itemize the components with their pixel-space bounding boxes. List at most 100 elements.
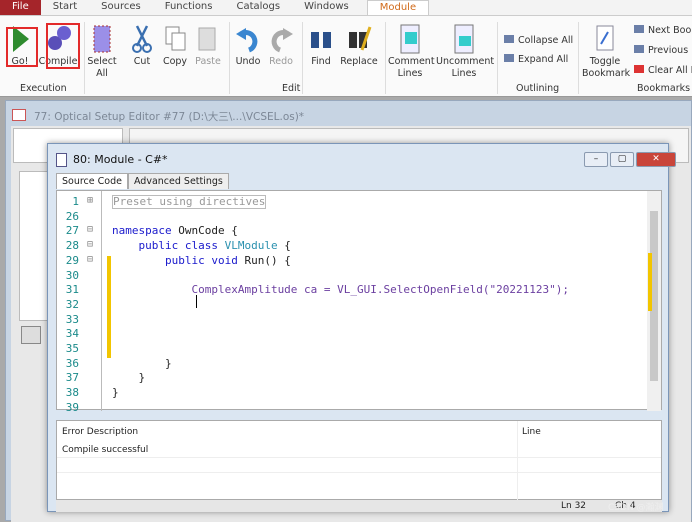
collapse-label: Collapse All [518, 35, 574, 46]
tab-windows[interactable]: Windows [292, 0, 361, 15]
minimize-button[interactable]: – [584, 152, 608, 167]
line-number: 34 [65, 327, 79, 341]
module-icon [56, 153, 67, 167]
tab-module[interactable]: Module [366, 0, 430, 15]
redo-icon [271, 28, 293, 53]
tab-advanced-settings[interactable]: Advanced Settings [127, 173, 229, 189]
group-bookmarks: Bookmarks [637, 83, 691, 94]
collapse-icon [504, 35, 514, 43]
line-number: 26 [65, 209, 79, 223]
expand-label: Expand All [518, 54, 569, 65]
uncomment-lines-button[interactable]: Uncomment Lines [436, 24, 495, 80]
next-bookmark-icon [634, 25, 644, 33]
copy-button[interactable]: Copy [160, 24, 190, 68]
uncomment-icon [454, 24, 474, 54]
group-outlining: Outlining [516, 83, 560, 94]
scissors-icon [132, 25, 152, 53]
paste-label: Paste [195, 56, 221, 67]
comment-label: Comment Lines [388, 56, 435, 79]
editor-icon [12, 109, 26, 121]
line-number: 38 [65, 386, 79, 400]
code-line: ComplexAmplitude ca = VL_GUI.SelectOpenF… [112, 283, 569, 297]
group-execution: Execution [20, 83, 67, 94]
uncomment-label: Uncomment Lines [436, 56, 495, 79]
find-label: Find [311, 56, 331, 67]
paste-button[interactable]: Paste [193, 24, 223, 68]
expand-all-button[interactable]: Expand All [504, 54, 568, 65]
expand-region-icon[interactable]: ⊞ [87, 195, 93, 206]
toggle-bookmark-label: Toggle Bookmark [582, 56, 631, 79]
replace-button[interactable]: Replace [339, 24, 379, 68]
previous-bookmark-label: Previous I [648, 45, 692, 56]
watermark: CSDN @瀚渊 [608, 503, 664, 513]
replace-label: Replace [340, 56, 378, 67]
previous-bookmark-icon [634, 45, 644, 53]
previous-bookmark-button[interactable]: Previous I [634, 45, 692, 56]
ribbon: Go! Compile Select All Cut Copy Paste Un… [0, 15, 692, 97]
line-number: 35 [65, 342, 79, 355]
error-row[interactable]: Compile successful [62, 445, 148, 455]
editor-title: 77: Optical Setup Editor #77 (D:\大三\...\… [34, 111, 305, 123]
collapse-region-icon[interactable]: ⊟ [87, 239, 93, 250]
module-title: 80: Module - C#* [73, 153, 168, 166]
code-line: } [112, 371, 146, 385]
tab-file[interactable]: File [0, 0, 41, 15]
redo-button[interactable]: Redo [267, 24, 295, 68]
column-line: Line [522, 427, 541, 437]
tab-functions[interactable]: Functions [153, 0, 225, 15]
ribbon-tabs: File Start Sources Functions Catalogs Windows… [0, 0, 692, 15]
redo-label: Redo [269, 56, 293, 67]
expand-icon [504, 54, 514, 62]
clear-bookmark-icon [634, 65, 644, 73]
clear-bookmarks-button[interactable]: Clear All I [634, 65, 692, 76]
highlight-box [46, 23, 80, 69]
line-number: 30 [65, 268, 79, 282]
undo-button[interactable]: Undo [233, 24, 263, 68]
line-number: 28 [65, 239, 79, 253]
status-line: Ln 32 [561, 501, 587, 511]
clear-bookmarks-label: Clear All I [648, 65, 692, 76]
replace-icon [349, 26, 372, 51]
tab-start[interactable]: Start [41, 0, 89, 15]
find-button[interactable]: Find [306, 24, 336, 68]
group-edit: Edit [282, 83, 301, 94]
collapse-all-button[interactable]: Collapse All [504, 35, 573, 46]
code-line: public class VLModule { [138, 239, 291, 253]
select-all-label: Select All [87, 56, 117, 79]
module-window: 80: Module - C#* – ▢ ✕ Source Code Advan… [47, 143, 676, 512]
cut-button[interactable]: Cut [128, 24, 156, 68]
error-list: Error Description Line Compile successfu… [56, 420, 662, 501]
line-number: 31 [65, 283, 79, 297]
vertical-scrollbar[interactable] [647, 191, 661, 411]
comment-icon [400, 24, 420, 54]
line-number: 33 [65, 312, 79, 326]
comment-lines-button[interactable]: Comment Lines [388, 24, 435, 80]
status-bar: Ln 32 Ch 4 [56, 500, 662, 512]
code-line: Preset using directives [112, 195, 267, 209]
cut-label: Cut [133, 56, 151, 67]
tab-source-code[interactable]: Source Code [56, 173, 128, 189]
column-error-description: Error Description [62, 427, 139, 437]
code-line: } [112, 386, 119, 400]
collapse-region-icon[interactable]: ⊟ [87, 254, 93, 265]
line-number: 39 [65, 400, 79, 414]
toggle-bookmark-button[interactable]: Toggle Bookmark [582, 24, 631, 80]
binoculars-icon [311, 32, 331, 48]
line-number: 37 [65, 371, 79, 385]
line-number: 1 [72, 195, 79, 208]
tab-sources[interactable]: Sources [89, 0, 153, 15]
line-number: 32 [65, 297, 79, 311]
copy-label: Copy [162, 56, 188, 67]
next-bookmark-button[interactable]: Next Book [634, 25, 692, 36]
collapse-region-icon[interactable]: ⊟ [87, 224, 93, 235]
bookmark-icon [596, 25, 614, 51]
paste-icon [198, 27, 216, 51]
highlight-box [6, 27, 38, 67]
undo-label: Undo [235, 56, 261, 67]
tab-catalogs[interactable]: Catalogs [224, 0, 292, 15]
maximize-button[interactable]: ▢ [610, 152, 634, 167]
close-button[interactable]: ✕ [636, 152, 676, 167]
code-editor[interactable]: 1 ⊞ Preset using directives 26 27 ⊟ namespace … [56, 190, 662, 414]
select-all-button[interactable]: Select All [86, 24, 118, 80]
copy-icon [165, 26, 186, 51]
